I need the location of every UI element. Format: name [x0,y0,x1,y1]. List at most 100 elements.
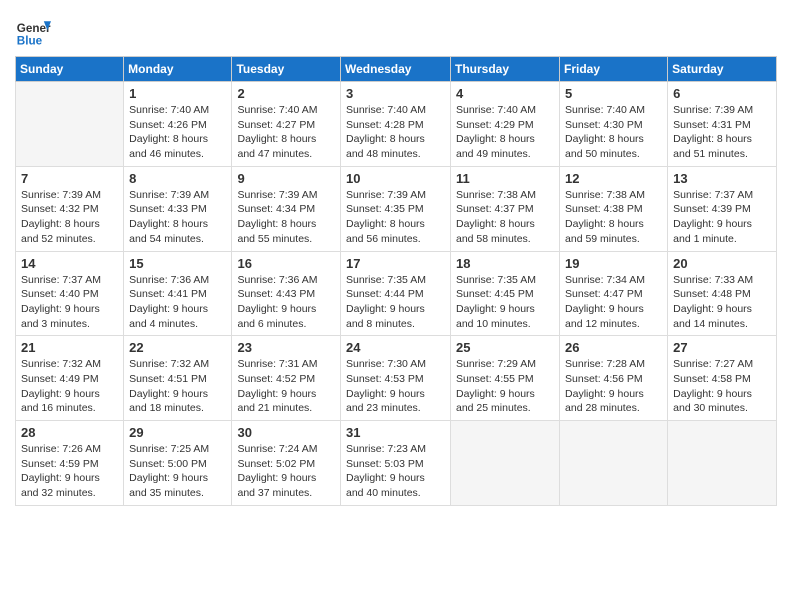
day-info: Sunrise: 7:37 AMSunset: 4:39 PMDaylight:… [673,188,771,247]
day-number: 28 [21,425,118,440]
day-cell [560,421,668,506]
day-info: Sunrise: 7:40 AMSunset: 4:29 PMDaylight:… [456,103,554,162]
day-info: Sunrise: 7:40 AMSunset: 4:27 PMDaylight:… [237,103,335,162]
day-number: 29 [129,425,226,440]
week-row-4: 28 Sunrise: 7:26 AMSunset: 4:59 PMDayligh… [16,421,777,506]
day-number: 4 [456,86,554,101]
day-cell: 20 Sunrise: 7:33 AMSunset: 4:48 PMDayligh… [668,251,777,336]
day-cell: 15 Sunrise: 7:36 AMSunset: 4:41 PMDayligh… [124,251,232,336]
day-cell: 8Sunrise: 7:39 AMSunset: 4:33 PMDaylight… [124,166,232,251]
day-cell: 31 Sunrise: 7:23 AMSunset: 5:03 PMDayligh… [341,421,451,506]
header: General Blue [15,10,777,50]
day-cell: 11 Sunrise: 7:38 AMSunset: 4:37 PMDayligh… [451,166,560,251]
day-cell: 30 Sunrise: 7:24 AMSunset: 5:02 PMDayligh… [232,421,341,506]
calendar-table: SundayMondayTuesdayWednesdayThursdayFrid… [15,56,777,506]
day-cell: 7 Sunrise: 7:39 AMSunset: 4:32 PMDaylight… [16,166,124,251]
day-info: Sunrise: 7:40 AMSunset: 4:30 PMDaylight:… [565,103,662,162]
week-row-3: 21 Sunrise: 7:32 AMSunset: 4:49 PMDayligh… [16,336,777,421]
day-number: 1 [129,86,226,101]
day-info: Sunrise: 7:29 AMSunset: 4:55 PMDaylight:… [456,357,554,416]
day-number: 12 [565,171,662,186]
day-info: Sunrise: 7:40 AMSunset: 4:28 PMDaylight:… [346,103,445,162]
day-number: 14 [21,256,118,271]
day-number: 21 [21,340,118,355]
day-info: Sunrise: 7:38 AMSunset: 4:37 PMDaylight:… [456,188,554,247]
day-number: 13 [673,171,771,186]
day-number: 16 [237,256,335,271]
day-cell: 13 Sunrise: 7:37 AMSunset: 4:39 PMDayligh… [668,166,777,251]
day-info: Sunrise: 7:32 AMSunset: 4:49 PMDaylight:… [21,357,118,416]
day-info: Sunrise: 7:23 AMSunset: 5:03 PMDaylight:… [346,442,445,501]
day-info: Sunrise: 7:27 AMSunset: 4:58 PMDaylight:… [673,357,771,416]
day-info: Sunrise: 7:38 AMSunset: 4:38 PMDaylight:… [565,188,662,247]
day-number: 31 [346,425,445,440]
day-cell: 18Sunrise: 7:35 AMSunset: 4:45 PMDayligh… [451,251,560,336]
day-number: 23 [237,340,335,355]
day-info: Sunrise: 7:39 AMSunset: 4:32 PMDaylight:… [21,188,118,247]
day-number: 27 [673,340,771,355]
day-cell: 3 Sunrise: 7:40 AMSunset: 4:28 PMDaylight… [341,82,451,167]
day-info: Sunrise: 7:33 AMSunset: 4:48 PMDaylight:… [673,273,771,332]
day-info: Sunrise: 7:39 AMSunset: 4:34 PMDaylight:… [237,188,335,247]
svg-text:Blue: Blue [17,35,43,48]
calendar-header: SundayMondayTuesdayWednesdayThursdayFrid… [16,57,777,82]
day-number: 7 [21,171,118,186]
week-row-1: 7 Sunrise: 7:39 AMSunset: 4:32 PMDaylight… [16,166,777,251]
day-cell: 21 Sunrise: 7:32 AMSunset: 4:49 PMDayligh… [16,336,124,421]
day-cell: 22 Sunrise: 7:32 AMSunset: 4:51 PMDayligh… [124,336,232,421]
day-cell: 17 Sunrise: 7:35 AMSunset: 4:44 PMDayligh… [341,251,451,336]
logo-icon: General Blue [15,14,51,50]
day-number: 3 [346,86,445,101]
header-cell-saturday: Saturday [668,57,777,82]
day-cell: 24 Sunrise: 7:30 AMSunset: 4:53 PMDayligh… [341,336,451,421]
day-number: 20 [673,256,771,271]
day-info: Sunrise: 7:25 AMSunset: 5:00 PMDaylight:… [129,442,226,501]
day-cell: 23Sunrise: 7:31 AMSunset: 4:52 PMDayligh… [232,336,341,421]
day-info: Sunrise: 7:24 AMSunset: 5:02 PMDaylight:… [237,442,335,501]
day-cell: 26Sunrise: 7:28 AMSunset: 4:56 PMDayligh… [560,336,668,421]
day-info: Sunrise: 7:32 AMSunset: 4:51 PMDaylight:… [129,357,226,416]
day-number: 17 [346,256,445,271]
day-cell: 1 Sunrise: 7:40 AMSunset: 4:26 PMDaylight… [124,82,232,167]
day-info: Sunrise: 7:30 AMSunset: 4:53 PMDaylight:… [346,357,445,416]
day-number: 8 [129,171,226,186]
week-row-0: 1 Sunrise: 7:40 AMSunset: 4:26 PMDaylight… [16,82,777,167]
logo: General Blue [15,14,51,50]
day-number: 30 [237,425,335,440]
day-info: Sunrise: 7:37 AMSunset: 4:40 PMDaylight:… [21,273,118,332]
day-info: Sunrise: 7:39 AMSunset: 4:35 PMDaylight:… [346,188,445,247]
header-cell-monday: Monday [124,57,232,82]
day-cell: 16Sunrise: 7:36 AMSunset: 4:43 PMDayligh… [232,251,341,336]
day-number: 5 [565,86,662,101]
day-cell: 29 Sunrise: 7:25 AMSunset: 5:00 PMDayligh… [124,421,232,506]
header-cell-tuesday: Tuesday [232,57,341,82]
day-cell: 2Sunrise: 7:40 AMSunset: 4:27 PMDaylight… [232,82,341,167]
day-info: Sunrise: 7:34 AMSunset: 4:47 PMDaylight:… [565,273,662,332]
day-number: 25 [456,340,554,355]
day-cell: 14 Sunrise: 7:37 AMSunset: 4:40 PMDayligh… [16,251,124,336]
day-cell: 9 Sunrise: 7:39 AMSunset: 4:34 PMDaylight… [232,166,341,251]
day-number: 15 [129,256,226,271]
header-row: SundayMondayTuesdayWednesdayThursdayFrid… [16,57,777,82]
day-cell [668,421,777,506]
week-row-2: 14 Sunrise: 7:37 AMSunset: 4:40 PMDayligh… [16,251,777,336]
day-info: Sunrise: 7:35 AMSunset: 4:44 PMDaylight:… [346,273,445,332]
day-number: 18 [456,256,554,271]
day-cell: 5 Sunrise: 7:40 AMSunset: 4:30 PMDaylight… [560,82,668,167]
day-cell: 10 Sunrise: 7:39 AMSunset: 4:35 PMDayligh… [341,166,451,251]
day-number: 11 [456,171,554,186]
day-cell: 28 Sunrise: 7:26 AMSunset: 4:59 PMDayligh… [16,421,124,506]
header-cell-sunday: Sunday [16,57,124,82]
day-info: Sunrise: 7:40 AMSunset: 4:26 PMDaylight:… [129,103,226,162]
day-number: 24 [346,340,445,355]
day-number: 6 [673,86,771,101]
day-number: 10 [346,171,445,186]
day-cell: 6 Sunrise: 7:39 AMSunset: 4:31 PMDaylight… [668,82,777,167]
header-cell-thursday: Thursday [451,57,560,82]
day-number: 22 [129,340,226,355]
day-info: Sunrise: 7:39 AMSunset: 4:31 PMDaylight:… [673,103,771,162]
day-info: Sunrise: 7:26 AMSunset: 4:59 PMDaylight:… [21,442,118,501]
day-info: Sunrise: 7:36 AMSunset: 4:41 PMDaylight:… [129,273,226,332]
day-number: 26 [565,340,662,355]
day-number: 9 [237,171,335,186]
